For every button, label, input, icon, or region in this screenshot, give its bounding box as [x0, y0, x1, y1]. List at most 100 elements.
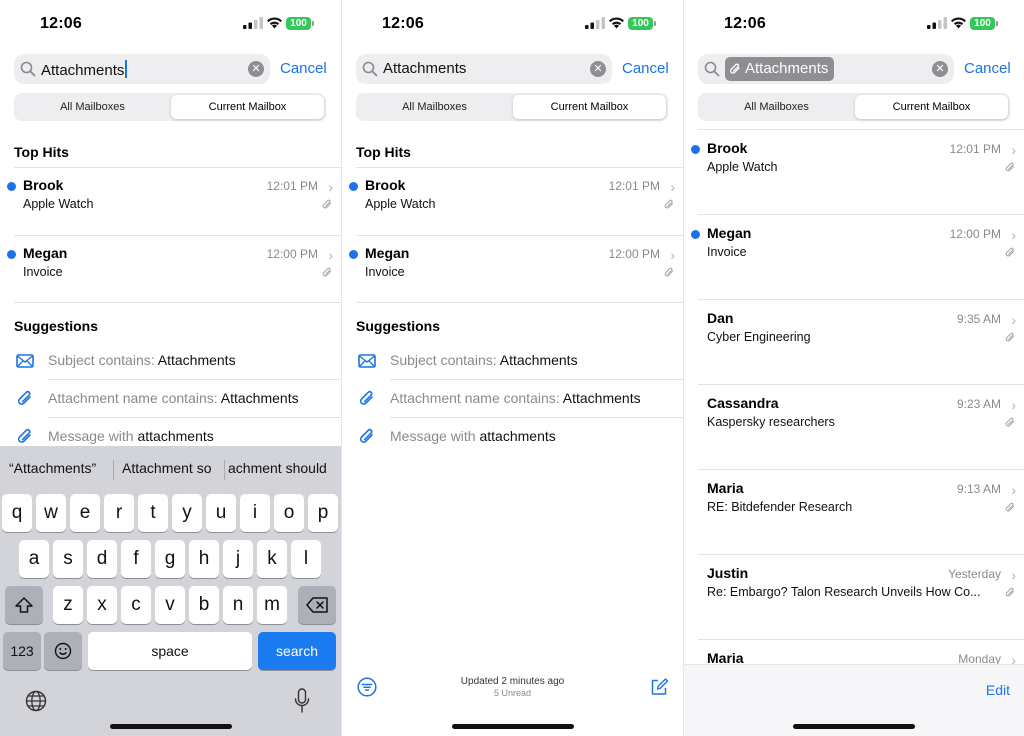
suggestion-subject-contains[interactable]: Subject contains: Attachments: [0, 344, 341, 378]
unread-dot-icon: [349, 250, 358, 259]
mailbox-scope-control[interactable]: All Mailboxes Current Mailbox: [356, 93, 668, 121]
paperclip-icon: [1005, 162, 1015, 172]
microphone-icon[interactable]: [294, 688, 310, 714]
message-row[interactable]: Justin Re: Embargo? Talon Research Unveil…: [684, 558, 1024, 639]
key-k[interactable]: k: [257, 540, 287, 578]
paperclip-icon: [17, 390, 31, 405]
message-row[interactable]: Maria RE: Bitdefender Research 9:13 AM ›: [684, 473, 1024, 554]
divider: [14, 235, 341, 236]
key-r[interactable]: r: [104, 494, 134, 532]
screen-search-suggestions: 12:06 100 Attachments ✕ Cancel All Mailb…: [342, 0, 683, 736]
globe-icon[interactable]: [25, 690, 47, 712]
key-o[interactable]: o: [274, 494, 304, 532]
suggestion-message-with-attachments[interactable]: Message with attachments: [342, 420, 683, 454]
scope-all-mailboxes[interactable]: All Mailboxes: [16, 95, 169, 119]
key-w[interactable]: w: [36, 494, 66, 532]
suggestion-attachment-name[interactable]: Attachment name contains: Attachments: [0, 382, 341, 416]
chevron-right-icon: ›: [670, 247, 675, 263]
key-z[interactable]: z: [53, 586, 83, 624]
key-g[interactable]: g: [155, 540, 185, 578]
paperclip-icon: [322, 199, 332, 209]
key-y[interactable]: y: [172, 494, 202, 532]
message-row[interactable]: Brook Apple Watch 12:01 PM ›: [684, 133, 1024, 214]
search-field[interactable]: Attachments ✕: [14, 54, 270, 84]
cancel-button[interactable]: Cancel: [622, 60, 669, 77]
suggestion-subject-contains[interactable]: Subject contains: Attachments: [342, 344, 683, 378]
paperclip-icon: [17, 428, 31, 443]
clear-search-icon[interactable]: ✕: [932, 61, 948, 77]
shift-key[interactable]: [5, 586, 43, 624]
search-query-text[interactable]: Attachments: [41, 60, 128, 79]
key-c[interactable]: c: [121, 586, 151, 624]
scope-all-mailboxes[interactable]: All Mailboxes: [358, 95, 511, 119]
key-l[interactable]: l: [291, 540, 321, 578]
key-e[interactable]: e: [70, 494, 100, 532]
search-query-text[interactable]: Attachments: [383, 60, 466, 77]
key-b[interactable]: b: [189, 586, 219, 624]
chevron-right-icon: ›: [1011, 142, 1016, 158]
message-row[interactable]: Megan Invoice 12:00 PM ›: [684, 218, 1024, 299]
key-a[interactable]: a: [19, 540, 49, 578]
scope-all-mailboxes[interactable]: All Mailboxes: [700, 95, 853, 119]
delete-key[interactable]: [298, 586, 336, 624]
status-bar: 12:06 100: [684, 0, 1024, 50]
search-field[interactable]: Attachments ✕: [356, 54, 612, 84]
key-f[interactable]: f: [121, 540, 151, 578]
cancel-button[interactable]: Cancel: [964, 60, 1011, 77]
key-h[interactable]: h: [189, 540, 219, 578]
prediction-item[interactable]: “Attachments”: [9, 460, 96, 476]
scope-current-mailbox[interactable]: Current Mailbox: [855, 95, 1008, 119]
key-x[interactable]: x: [87, 586, 117, 624]
key-q[interactable]: q: [2, 494, 32, 532]
message-time: 12:00 PM: [266, 247, 318, 261]
scope-current-mailbox[interactable]: Current Mailbox: [171, 95, 324, 119]
divider: [390, 417, 683, 418]
emoji-key[interactable]: [44, 632, 82, 670]
key-j[interactable]: j: [223, 540, 253, 578]
cancel-button[interactable]: Cancel: [280, 60, 327, 77]
message-row[interactable]: Cassandra Kaspersky researchers 9:23 AM ›: [684, 388, 1024, 469]
suggestion-text: Message with attachments: [390, 428, 556, 444]
search-field[interactable]: Attachments ✕: [698, 54, 954, 84]
key-t[interactable]: t: [138, 494, 168, 532]
numbers-key[interactable]: 123: [3, 632, 41, 670]
search-key[interactable]: search: [258, 632, 336, 670]
cellular-signal-icon: [927, 17, 947, 29]
key-u[interactable]: u: [206, 494, 236, 532]
key-p[interactable]: p: [308, 494, 338, 532]
divider: [113, 460, 114, 480]
mailbox-scope-control[interactable]: All Mailboxes Current Mailbox: [698, 93, 1010, 121]
message-row[interactable]: Brook Apple Watch 12:01 PM ›: [342, 170, 683, 234]
search-icon: [704, 61, 720, 77]
suggestion-attachment-name[interactable]: Attachment name contains: Attachments: [342, 382, 683, 416]
mailbox-scope-control[interactable]: All Mailboxes Current Mailbox: [14, 93, 326, 121]
space-key[interactable]: space: [88, 632, 252, 670]
scope-current-mailbox[interactable]: Current Mailbox: [513, 95, 666, 119]
wifi-icon: [609, 17, 624, 29]
message-time: 9:13 AM: [956, 482, 1001, 496]
envelope-icon: [16, 354, 34, 368]
message-row[interactable]: Megan Invoice 12:00 PM ›: [0, 238, 341, 302]
message-row[interactable]: Megan Invoice 12:00 PM ›: [342, 238, 683, 302]
key-v[interactable]: v: [155, 586, 185, 624]
prediction-item[interactable]: Attachment so: [122, 460, 212, 476]
compose-icon[interactable]: [649, 677, 669, 697]
home-indicator: [109, 724, 232, 729]
message-row[interactable]: Brook Apple Watch 12:01 PM ›: [0, 170, 341, 234]
updated-status: Updated 2 minutes ago: [460, 676, 565, 687]
key-n[interactable]: n: [223, 586, 253, 624]
unread-dot-icon: [7, 182, 16, 191]
key-d[interactable]: d: [87, 540, 117, 578]
clear-search-icon[interactable]: ✕: [590, 61, 606, 77]
key-i[interactable]: i: [240, 494, 270, 532]
message-row[interactable]: Dan Cyber Engineering 9:35 AM ›: [684, 303, 1024, 384]
paperclip-icon: [359, 428, 373, 443]
divider: [698, 299, 1024, 300]
key-m[interactable]: m: [257, 586, 287, 624]
prediction-item[interactable]: achment should: [228, 460, 327, 476]
clear-search-icon[interactable]: ✕: [248, 61, 264, 77]
search-token[interactable]: Attachments: [725, 57, 835, 81]
key-s[interactable]: s: [53, 540, 83, 578]
divider: [356, 167, 683, 168]
edit-button[interactable]: Edit: [986, 682, 1010, 698]
